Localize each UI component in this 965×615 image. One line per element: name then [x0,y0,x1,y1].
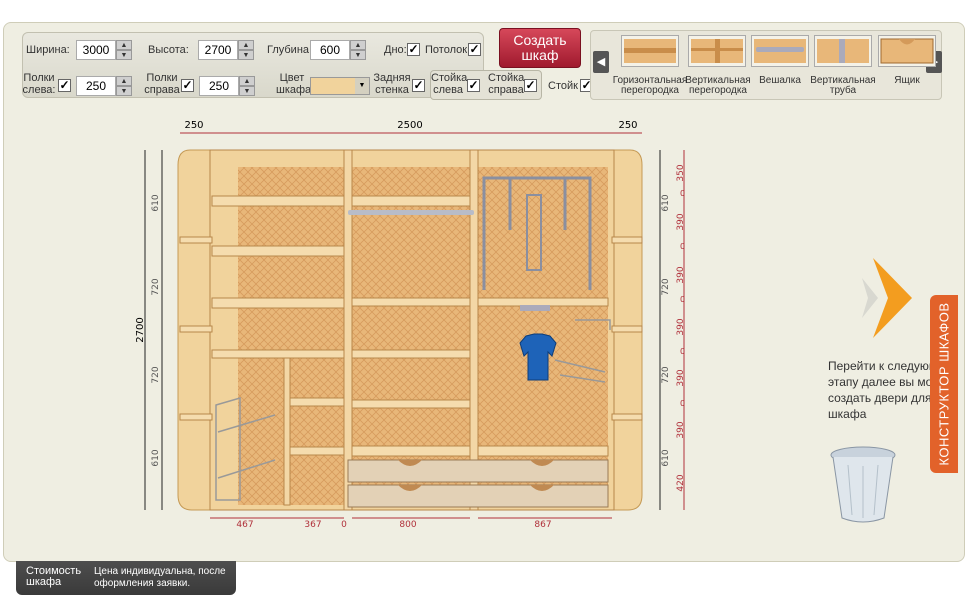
dim-right-small-2: 0 [680,242,685,251]
dim-right-inner-2: 720 [661,278,671,295]
dim-left-1: 610 [151,194,161,211]
dim-right-outer-4: 390 [676,318,686,335]
side-tab-label: КОНСТРУКТОР ШКАФОВ [936,302,952,466]
wardrobe-drawing: 250 2500 250 2700 610 720 720 610 610 72… [135,120,912,530]
dim-left-2: 720 [151,278,161,295]
dim-top-left: 250 [184,120,203,131]
next-step-line-2: этапу далее вы мож [828,375,930,389]
cost-label: Стоимость шкафа [26,565,82,588]
dim-right-inner-1: 610 [661,194,671,211]
dim-left-4: 610 [151,449,161,466]
dim-bottom-5: 867 [534,520,551,530]
dim-right-outer-7: 420 [676,474,686,491]
next-step-arrow-icon[interactable] [862,258,912,338]
dim-bottom-2: 367 [304,520,321,530]
trash-icon[interactable] [830,446,896,523]
dim-total-height: 2700 [135,317,146,342]
dim-right-inner-3: 720 [661,366,671,383]
next-step-line-4: шкафа [828,407,867,421]
dim-left-3: 720 [151,366,161,383]
dim-right-inner-4: 610 [661,449,671,466]
next-step-line-1: Перейти к следующ [828,359,930,373]
dim-right-outer-5: 390 [676,369,686,386]
cost-text: Цена индивидуальна, после оформления зая… [94,566,226,589]
dim-right-outer-2: 390 [676,213,686,230]
next-step-line-3: создать двери для в [828,391,930,405]
dim-right-outer-6: 390 [676,421,686,438]
cost-panel: Стоимость шкафа Цена индивидуальна, посл… [16,561,236,595]
dim-bottom-3: 0 [341,520,347,530]
dim-right-outer-3: 390 [676,266,686,283]
dim-right-small-3: 0 [680,295,685,304]
dim-right-outer-1: 350 [676,164,686,181]
dim-bottom-1: 467 [236,520,253,530]
dim-top-right: 250 [618,120,637,131]
dim-right-small-5: 0 [680,399,685,408]
constructor-side-tab[interactable]: КОНСТРУКТОР ШКАФОВ [930,295,958,473]
next-step-text: Перейти к следующ этапу далее вы мож соз… [828,358,930,422]
dim-top-main: 2500 [397,120,422,131]
dim-right-small-4: 0 [680,347,685,356]
dim-bottom-4: 800 [399,520,416,530]
wardrobe-body[interactable] [177,149,643,511]
dim-right-small-1: 0 [680,189,685,198]
